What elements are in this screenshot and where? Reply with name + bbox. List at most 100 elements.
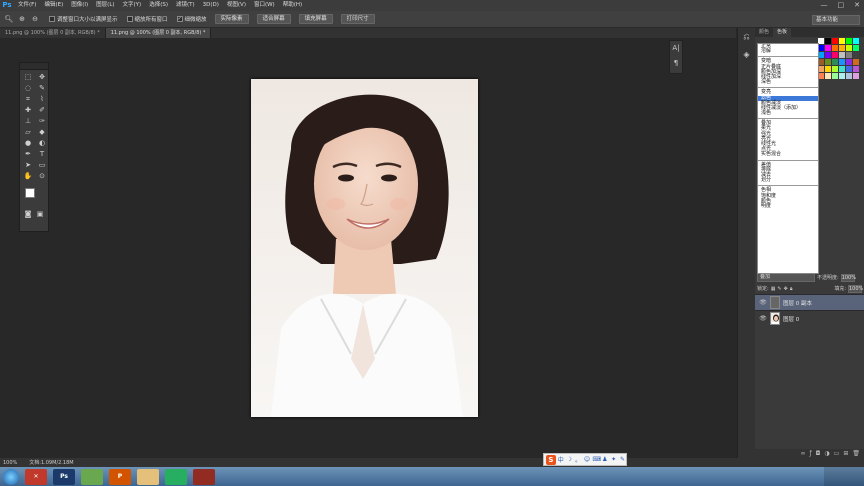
- adjustment-icon[interactable]: ◑: [824, 449, 829, 458]
- swatch[interactable]: [825, 59, 831, 65]
- ime-mode[interactable]: 中: [558, 455, 564, 464]
- eyedropper-tool-icon[interactable]: ⌇: [35, 94, 49, 104]
- swatch[interactable]: [832, 52, 838, 58]
- history-brush-tool-icon[interactable]: ✑: [35, 116, 49, 126]
- lock-transparent-icon[interactable]: ▦: [771, 286, 776, 292]
- document-tab-active[interactable]: 11.png @ 100% (图层 0 副本, RGB/8) *: [105, 28, 212, 38]
- blend-mode-option[interactable]: 浅色: [758, 110, 818, 116]
- canvas-area[interactable]: [0, 38, 736, 458]
- zoom-level[interactable]: 100%: [3, 460, 17, 466]
- type-tool-icon[interactable]: T: [35, 149, 49, 159]
- swatch[interactable]: [839, 59, 845, 65]
- taskbar-app-icon[interactable]: ✕: [25, 468, 47, 485]
- menu-type[interactable]: 文字(Y): [119, 0, 146, 11]
- swatch[interactable]: [825, 73, 831, 79]
- link-layers-icon[interactable]: ∞: [801, 449, 806, 458]
- menu-filter[interactable]: 滤镜(T): [172, 0, 199, 11]
- zoom-tool-icon[interactable]: ⊙: [35, 171, 49, 181]
- fill-screen-button[interactable]: 填充屏幕: [298, 14, 333, 24]
- fill-input[interactable]: 100%: [848, 284, 863, 293]
- swatch[interactable]: [839, 52, 845, 58]
- quick-select-tool-icon[interactable]: ✎: [35, 83, 49, 93]
- lasso-tool-icon[interactable]: ◌: [21, 83, 35, 93]
- tab-color[interactable]: 颜色: [755, 28, 773, 37]
- folder-icon[interactable]: ▭: [834, 449, 840, 458]
- smile-icon[interactable]: ☺: [584, 456, 591, 463]
- portrait-photo[interactable]: [251, 79, 478, 417]
- menu-view[interactable]: 视图(V): [223, 0, 250, 11]
- actual-pixels-button[interactable]: 实际像素: [214, 14, 249, 24]
- zoom-all-windows-checkbox[interactable]: 缩放所有窗口: [126, 15, 168, 23]
- user-icon[interactable]: ♟: [601, 456, 608, 463]
- swatch[interactable]: [832, 38, 838, 44]
- swatch[interactable]: [839, 66, 845, 72]
- moon-icon[interactable]: ☽: [566, 456, 573, 463]
- zoom-tool-icon[interactable]: 🔍︎: [4, 14, 14, 24]
- resize-windows-checkbox[interactable]: 调整窗口大小以满屏显示: [49, 15, 118, 23]
- eraser-tool-icon[interactable]: ▱: [21, 127, 35, 137]
- swatch[interactable]: [846, 38, 852, 44]
- swatch[interactable]: [832, 45, 838, 51]
- taskbar-app-icon[interactable]: [81, 468, 103, 485]
- taskbar-app-icon[interactable]: [165, 468, 187, 485]
- menu-help[interactable]: 帮助(H): [279, 0, 306, 11]
- swatch[interactable]: [832, 66, 838, 72]
- start-button[interactable]: [3, 468, 19, 485]
- paint-bucket-tool-icon[interactable]: ◆: [35, 127, 49, 137]
- crop-tool-icon[interactable]: ⌗: [21, 94, 35, 104]
- blend-mode-option[interactable]: 划分: [758, 177, 818, 183]
- menu-window[interactable]: 窗口(W): [250, 0, 279, 11]
- clone-stamp-tool-icon[interactable]: ⊥: [21, 116, 35, 126]
- checkbox-box[interactable]: [126, 16, 133, 22]
- history-panel-icon[interactable]: ⎌: [738, 28, 755, 46]
- character-panel-icon[interactable]: A|: [670, 41, 682, 56]
- menu-layer[interactable]: 图层(L): [92, 0, 118, 11]
- rectangle-tool-icon[interactable]: ▭: [35, 160, 49, 170]
- path-select-tool-icon[interactable]: ➤: [21, 160, 35, 170]
- marquee-tool-icon[interactable]: ⬚: [21, 72, 35, 82]
- swatch[interactable]: [825, 66, 831, 72]
- lock-move-icon[interactable]: ✥: [784, 286, 788, 292]
- lock-brush-icon[interactable]: ✎: [777, 286, 781, 292]
- swatch[interactable]: [853, 66, 859, 72]
- minimize-button[interactable]: —: [821, 0, 828, 11]
- healing-brush-tool-icon[interactable]: ✚: [21, 105, 35, 115]
- quick-mask-icon[interactable]: ◙: [22, 209, 34, 219]
- menu-3d[interactable]: 3D(D): [199, 0, 223, 11]
- swatch[interactable]: [839, 38, 845, 44]
- tab-swatches[interactable]: 色板: [773, 28, 792, 37]
- foreground-color[interactable]: [25, 188, 35, 198]
- fx-icon[interactable]: ƒ: [810, 449, 812, 458]
- punctuation-icon[interactable]: 。: [575, 455, 582, 464]
- document-tab[interactable]: 11.png @ 100% (图层 0 副本, RGB/8) *: [0, 28, 106, 38]
- swatch[interactable]: [853, 38, 859, 44]
- swatch[interactable]: [853, 59, 859, 65]
- workspace-select[interactable]: 基本功能: [812, 15, 860, 25]
- blend-mode-option[interactable]: 溶解: [758, 48, 818, 54]
- blend-mode-option[interactable]: 实色混合: [758, 152, 818, 157]
- menu-select[interactable]: 选择(S): [145, 0, 172, 11]
- swatch[interactable]: [825, 45, 831, 51]
- fit-screen-button[interactable]: 适合屏幕: [256, 14, 291, 24]
- trash-icon[interactable]: 🗑︎: [852, 449, 860, 458]
- zoom-out-icon[interactable]: ⊖: [30, 14, 40, 24]
- shirt-icon[interactable]: ✦: [610, 456, 617, 463]
- layer-row-0-copy[interactable]: 👁︎ 图层 0 副本: [755, 294, 864, 310]
- print-size-button[interactable]: 打印尺寸: [340, 14, 375, 24]
- menu-edit[interactable]: 编辑(E): [40, 0, 67, 11]
- keyboard-icon[interactable]: ⌨: [592, 456, 601, 463]
- blend-mode-option[interactable]: 明度: [758, 203, 818, 209]
- sogou-logo[interactable]: S: [546, 454, 556, 465]
- move-tool-icon[interactable]: ✥: [35, 72, 49, 82]
- layer-row-0[interactable]: 👁︎ 图层 0: [755, 310, 864, 326]
- swatch[interactable]: [846, 73, 852, 79]
- paragraph-panel-icon[interactable]: ¶: [670, 56, 682, 71]
- swatch[interactable]: [846, 59, 852, 65]
- swatch[interactable]: [825, 38, 831, 44]
- blur-tool-icon[interactable]: ●: [21, 138, 35, 148]
- dodge-tool-icon[interactable]: ◐: [35, 138, 49, 148]
- taskbar-app-icon[interactable]: P: [109, 468, 131, 485]
- swatch[interactable]: [846, 45, 852, 51]
- swatch[interactable]: [825, 52, 831, 58]
- checkbox-box[interactable]: ✓: [176, 16, 183, 22]
